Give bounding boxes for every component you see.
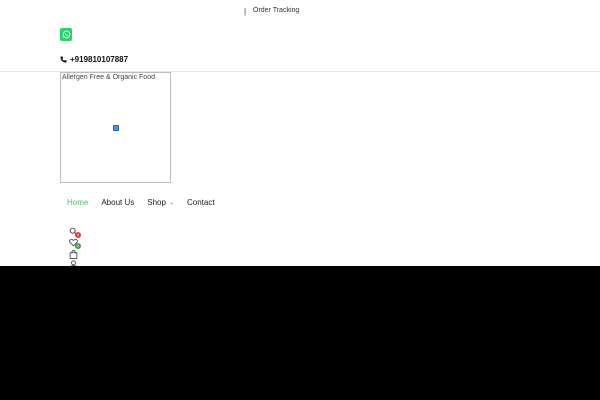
nav-item-contact[interactable]: Contact xyxy=(187,198,215,207)
nav-item-home[interactable]: Home xyxy=(67,198,88,207)
user-account-icon[interactable] xyxy=(69,256,79,270)
cart-count-badge: 0 xyxy=(75,243,81,249)
broken-image-icon xyxy=(113,125,119,131)
black-overlay-region xyxy=(0,266,600,400)
top-bar: | Order Tracking xyxy=(0,0,600,24)
nav-item-shop-label: Shop xyxy=(147,198,166,207)
nav-item-shop[interactable]: Shop ⌄ xyxy=(147,198,174,207)
site-logo[interactable]: Allergen Free & Organic Food xyxy=(60,72,171,183)
topbar-separator: | xyxy=(244,7,247,16)
phone-contact[interactable]: +919810107887 xyxy=(60,55,128,64)
chevron-down-icon: ⌄ xyxy=(168,200,174,206)
phone-number: +919810107887 xyxy=(70,55,129,64)
whatsapp-glyph-icon xyxy=(62,30,70,39)
main-navigation: Home About Us Shop ⌄ Contact xyxy=(67,198,228,207)
wishlist-count-badge: 0 xyxy=(75,232,81,238)
order-tracking-link[interactable]: Order Tracking xyxy=(253,7,299,14)
whatsapp-icon[interactable] xyxy=(60,28,72,41)
nav-item-about-us[interactable]: About Us xyxy=(101,198,134,207)
cart-bag-icon[interactable]: 0 xyxy=(69,243,81,259)
logo-alt-text: Allergen Free & Organic Food xyxy=(62,74,155,81)
phone-icon xyxy=(60,56,67,63)
